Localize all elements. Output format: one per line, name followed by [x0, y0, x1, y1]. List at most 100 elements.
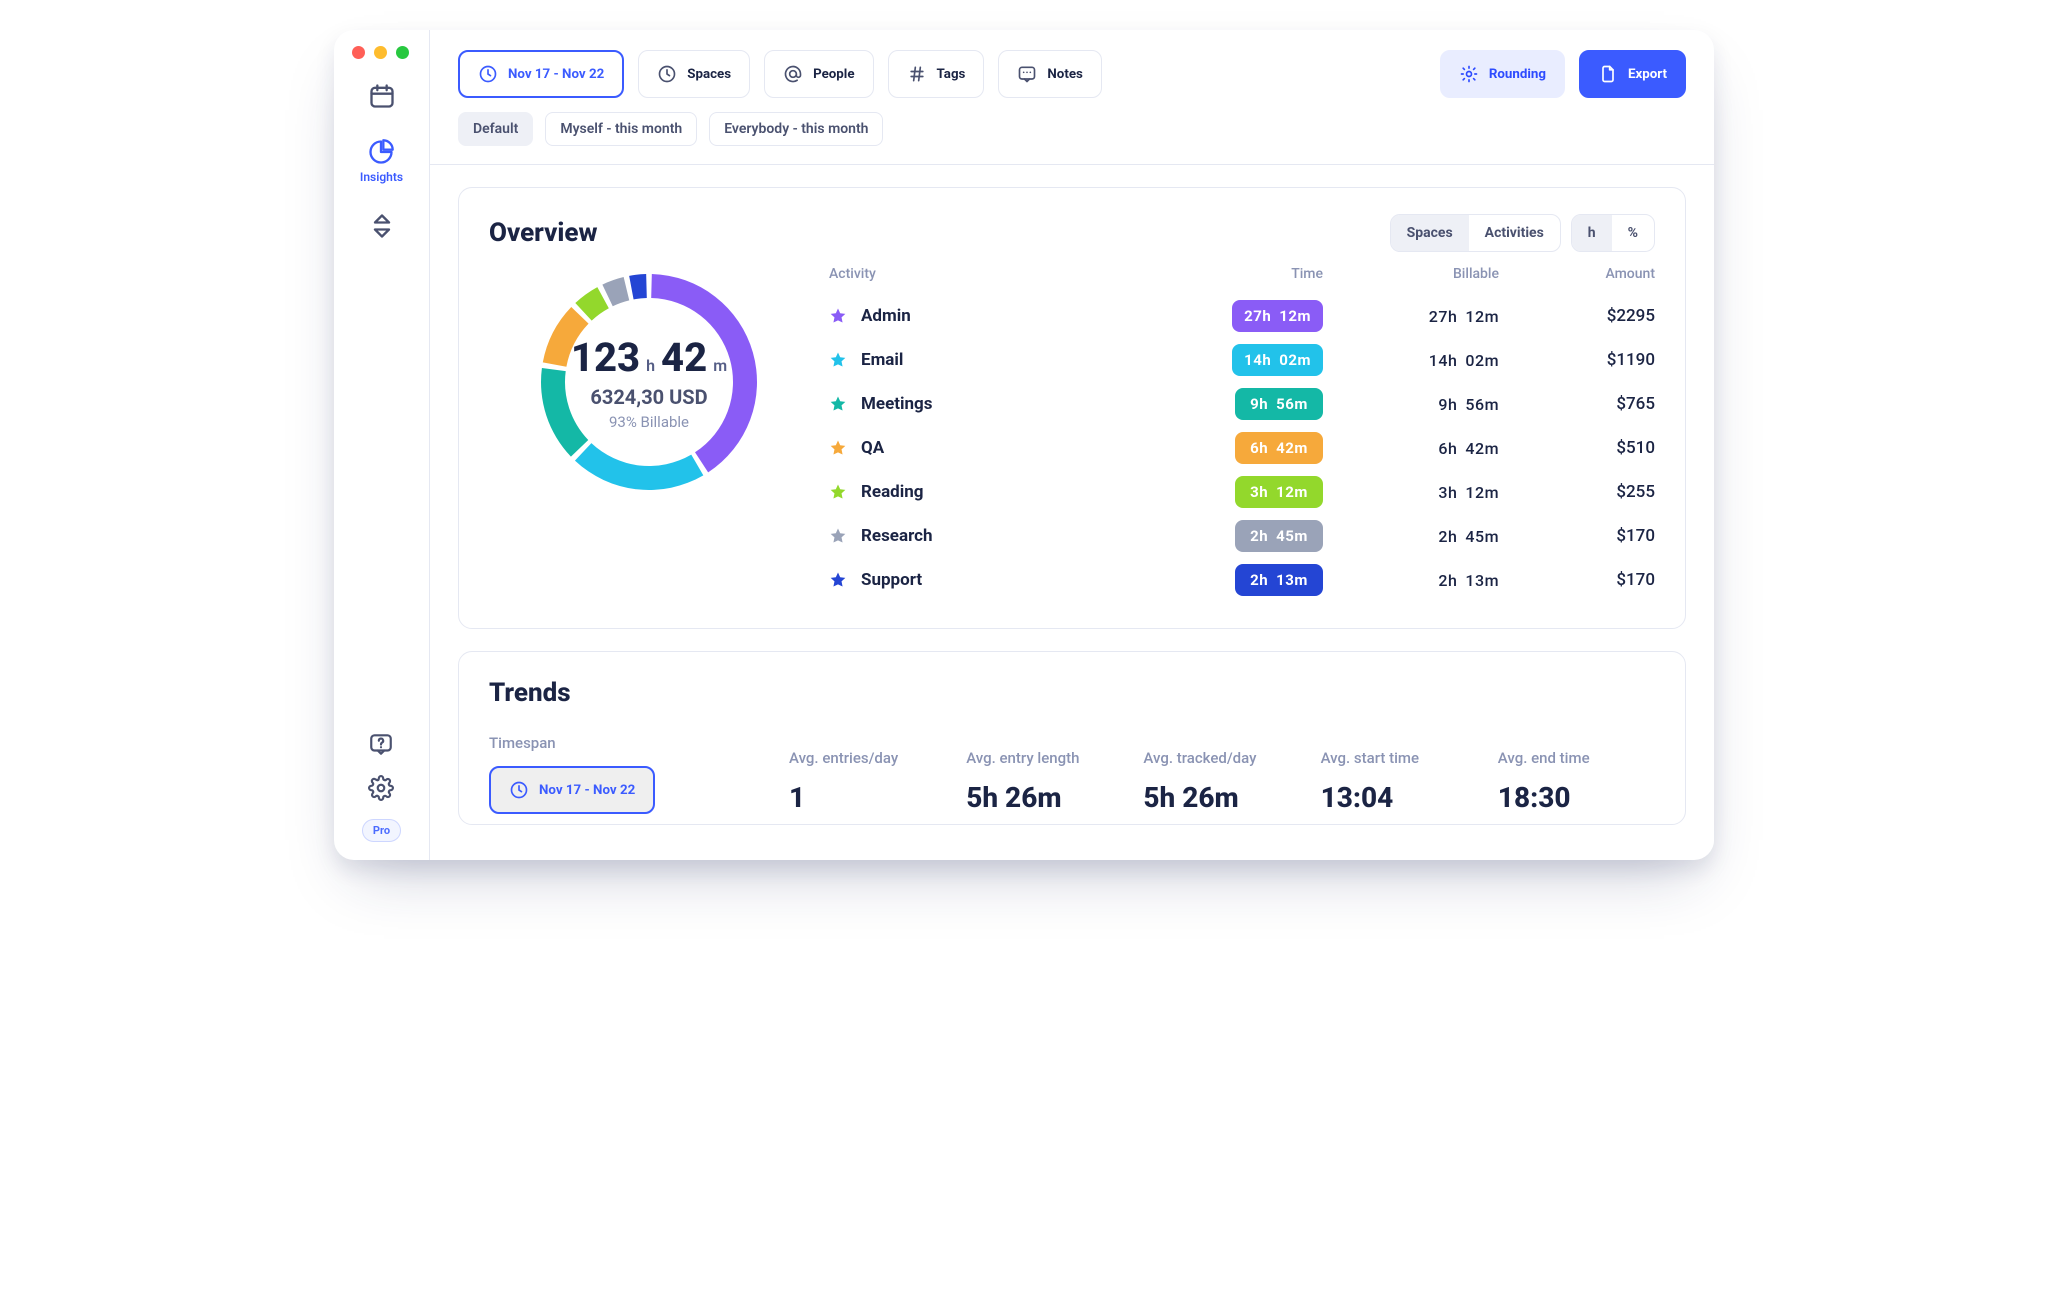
activity-name: Reading	[861, 482, 923, 502]
table-row[interactable]: QA 6h42m 6h42m $510	[829, 426, 1655, 470]
filter-label: People	[813, 67, 854, 82]
trends-title: Trends	[489, 678, 1655, 708]
table-row[interactable]: Research 2h45m 2h45m $170	[829, 514, 1655, 558]
donut-total-time: 123h 42m	[571, 334, 727, 381]
donut-amount: 6324,30 USD	[590, 385, 707, 409]
segment-activities[interactable]: Activities	[1469, 215, 1560, 251]
col-billable: Billable	[1339, 266, 1499, 282]
sidebar: Insights Pro	[334, 30, 430, 860]
amount-value: $1190	[1515, 350, 1655, 370]
activity-name: Email	[861, 350, 903, 370]
col-activity: Activity	[829, 266, 1167, 282]
billable-value: 9h56m	[1339, 395, 1499, 414]
amount-value: $765	[1515, 394, 1655, 414]
trends-length-label: Avg. entry length	[966, 749, 1123, 767]
app-window: Insights Pro No	[334, 30, 1714, 860]
hash-icon	[907, 64, 927, 84]
export-label: Export	[1628, 67, 1667, 82]
activity-name: Support	[861, 570, 922, 590]
trends-end-label: Avg. end time	[1498, 749, 1655, 767]
view-mode-segment: Spaces Activities	[1390, 214, 1561, 252]
date-range-button[interactable]: Nov 17 - Nov 22	[458, 50, 624, 98]
close-icon[interactable]	[352, 46, 365, 59]
table-row[interactable]: Support 2h13m 2h13m $170	[829, 558, 1655, 602]
filter-label: Tags	[937, 67, 966, 82]
pro-badge[interactable]: Pro	[362, 819, 401, 842]
trends-tracked-value: 5h 26m	[1143, 781, 1300, 814]
table-row[interactable]: Admin 27h12m 27h12m $2295	[829, 294, 1655, 338]
billable-value: 2h13m	[1339, 571, 1499, 590]
segment-percent[interactable]: %	[1612, 215, 1654, 251]
time-pill: 3h12m	[1235, 476, 1323, 508]
trends-length-value: 5h 26m	[966, 781, 1123, 814]
note-icon	[1017, 64, 1037, 84]
date-range-label: Nov 17 - Nov 22	[508, 67, 604, 82]
billable-value: 6h42m	[1339, 439, 1499, 458]
donut-chart: 123h 42m 6324,30 USD 93% Billable	[489, 262, 809, 502]
preset-everybody-this-month[interactable]: Everybody - this month	[709, 112, 883, 146]
filter-label: Spaces	[687, 67, 731, 82]
table-row[interactable]: Email 14h02m 14h02m $1190	[829, 338, 1655, 382]
billable-value: 27h12m	[1339, 307, 1499, 326]
time-pill: 2h45m	[1235, 520, 1323, 552]
amount-value: $170	[1515, 526, 1655, 546]
gear-icon	[1459, 64, 1479, 84]
trends-date-range-button[interactable]: Nov 17 - Nov 22	[489, 766, 655, 814]
table-row[interactable]: Reading 3h12m 3h12m $255	[829, 470, 1655, 514]
col-time: Time	[1183, 266, 1323, 282]
fullscreen-icon[interactable]	[396, 46, 409, 59]
trends-start-value: 13:04	[1321, 781, 1478, 814]
amount-value: $170	[1515, 570, 1655, 590]
help-icon	[368, 731, 394, 757]
time-pill: 2h13m	[1235, 564, 1323, 596]
amount-value: $255	[1515, 482, 1655, 502]
segment-hours[interactable]: h	[1572, 215, 1612, 251]
trends-tracked-label: Avg. tracked/day	[1143, 749, 1300, 767]
filter-spaces-button[interactable]: Spaces	[638, 50, 750, 98]
segment-spaces[interactable]: Spaces	[1391, 215, 1469, 251]
trends-card: Trends Timespan Nov 17 - Nov 22 Avg. ent…	[458, 651, 1686, 825]
rounding-button[interactable]: Rounding	[1440, 50, 1565, 98]
sidebar-item-help[interactable]	[368, 731, 394, 757]
window-traffic-lights	[352, 46, 409, 59]
filter-label: Notes	[1047, 67, 1082, 82]
billable-value: 3h12m	[1339, 483, 1499, 502]
filter-people-button[interactable]: People	[764, 50, 873, 98]
export-button[interactable]: Export	[1579, 50, 1686, 98]
sidebar-item-insights[interactable]: Insights	[360, 138, 403, 184]
sidebar-item-transfer[interactable]	[368, 212, 396, 240]
sidebar-item-calendar[interactable]	[368, 82, 396, 110]
time-pill: 27h12m	[1232, 300, 1323, 332]
minimize-icon[interactable]	[374, 46, 387, 59]
preset-default[interactable]: Default	[458, 112, 533, 146]
sidebar-item-settings[interactable]	[368, 775, 394, 801]
time-pill: 6h42m	[1235, 432, 1323, 464]
clock-icon	[509, 780, 529, 800]
trends-end-value: 18:30	[1498, 781, 1655, 814]
star-icon	[829, 395, 847, 413]
trends-timespan-label: Timespan	[489, 734, 769, 752]
overview-card: Overview Spaces Activities h %	[458, 187, 1686, 629]
star-icon	[829, 307, 847, 325]
star-icon	[829, 483, 847, 501]
donut-hours: 123	[571, 334, 640, 381]
star-icon	[829, 571, 847, 589]
billable-value: 14h02m	[1339, 351, 1499, 370]
filter-notes-button[interactable]: Notes	[998, 50, 1101, 98]
clock-icon	[478, 64, 498, 84]
col-amount: Amount	[1515, 266, 1655, 282]
filter-tags-button[interactable]: Tags	[888, 50, 985, 98]
trends-entries-label: Avg. entries/day	[789, 749, 946, 767]
amount-value: $2295	[1515, 306, 1655, 326]
table-row[interactable]: Meetings 9h56m 9h56m $765	[829, 382, 1655, 426]
clock-icon	[657, 64, 677, 84]
activity-name: Admin	[861, 306, 911, 326]
star-icon	[829, 439, 847, 457]
sidebar-item-label: Insights	[360, 170, 403, 184]
preset-myself-this-month[interactable]: Myself - this month	[545, 112, 697, 146]
swap-icon	[368, 212, 396, 240]
time-pill: 14h02m	[1232, 344, 1323, 376]
rounding-label: Rounding	[1489, 67, 1546, 82]
trends-entries-value: 1	[789, 781, 946, 814]
document-icon	[1598, 64, 1618, 84]
